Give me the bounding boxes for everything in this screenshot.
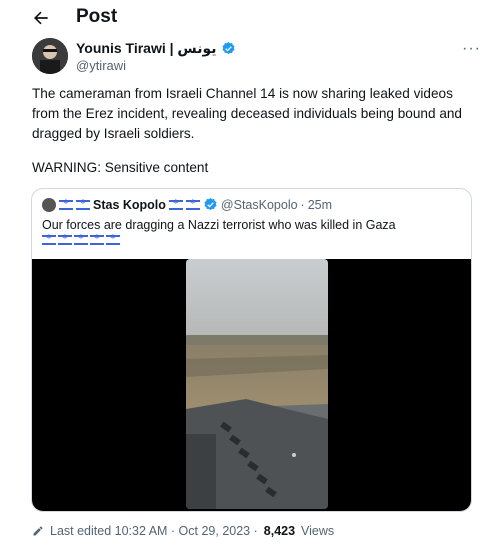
pencil-icon [33, 526, 43, 536]
author-avatar[interactable] [32, 38, 68, 74]
author-name[interactable]: Younis Tirawi | يونس [76, 40, 236, 57]
israel-flag-icon [58, 233, 72, 245]
quote-author-handle[interactable]: @StasKopolo [221, 198, 298, 212]
israel-flag-icon [42, 233, 56, 245]
more-options-icon[interactable]: ··· [462, 40, 481, 58]
quote-time[interactable]: 25m [308, 198, 332, 212]
tweet-warning: WARNING: Sensitive content [32, 160, 209, 175]
israel-flag-icon [76, 198, 90, 210]
quote-text: Our forces are dragging a Nazzi terroris… [42, 218, 396, 232]
post-header: Post [0, 0, 500, 36]
video-thumbnail [186, 259, 328, 509]
verified-badge-icon [204, 197, 217, 211]
edited-timestamp[interactable]: Last edited 10:32 AM · Oct 29, 2023 · [50, 524, 258, 538]
israel-flag-icon [106, 233, 120, 245]
post-footer: Last edited 10:32 AM · Oct 29, 2023 · 8,… [32, 524, 334, 538]
page-title: Post [76, 6, 118, 27]
video-frame [186, 259, 328, 509]
quote-header: Stas Kopolo @StasKopolo · 25m [42, 197, 332, 212]
quote-avatar[interactable] [42, 197, 56, 212]
tweet-text: The cameraman from Israeli Channel 14 is… [32, 86, 462, 141]
author-handle[interactable]: @ytirawi [76, 58, 126, 73]
views-label: Views [301, 524, 335, 538]
israel-flag-icon [74, 233, 88, 245]
israel-flag-icon [59, 198, 73, 210]
verified-badge-icon [221, 41, 235, 55]
israel-flag-icon [168, 198, 183, 210]
quote-author-name[interactable]: Stas Kopolo [93, 198, 166, 212]
quoted-post[interactable]: Stas Kopolo @StasKopolo · 25m Our forces… [31, 188, 472, 512]
author-name-text[interactable]: Younis Tirawi | يونس [76, 40, 217, 57]
israel-flag-icon [185, 198, 200, 210]
video-player[interactable] [32, 259, 471, 511]
views-count: 8,423 [263, 524, 296, 538]
arrow-left-icon[interactable] [30, 8, 52, 28]
quote-separator: · [300, 197, 305, 212]
israel-flag-icon [90, 233, 104, 245]
quote-flags [42, 233, 120, 245]
